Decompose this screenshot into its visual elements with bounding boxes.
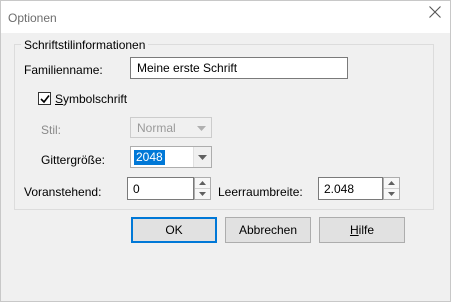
grid-size-select[interactable]: 2048 bbox=[130, 146, 212, 168]
spacing-label: Leerraumbreite: bbox=[218, 185, 303, 199]
ascent-spinner[interactable]: 0 bbox=[127, 177, 211, 200]
ascent-down-button[interactable] bbox=[195, 189, 210, 200]
window-title: Optionen bbox=[8, 11, 57, 25]
spacing-spinner[interactable]: 2.048 bbox=[318, 177, 400, 200]
symbol-font-label[interactable]: Symbolschrift bbox=[55, 92, 127, 106]
help-label-rest: ilfe bbox=[358, 223, 374, 237]
close-icon bbox=[429, 6, 441, 18]
group-legend: Schriftstilinformationen bbox=[21, 38, 149, 52]
close-button[interactable] bbox=[420, 1, 450, 29]
ascent-value: 0 bbox=[133, 181, 140, 196]
spacing-down-button[interactable] bbox=[384, 189, 399, 200]
style-select: Normal bbox=[130, 117, 212, 138]
ascent-input[interactable]: 0 bbox=[127, 177, 194, 200]
style-dropdown-button bbox=[193, 118, 211, 137]
cancel-button[interactable]: Abbrechen bbox=[225, 217, 311, 243]
chevron-down-icon bbox=[198, 155, 207, 160]
grid-size-dropdown-button[interactable] bbox=[193, 147, 211, 167]
options-dialog: Optionen Schriftstilinformationen Famili… bbox=[0, 0, 451, 302]
arrow-up-icon bbox=[199, 181, 206, 185]
family-name-label: Familienname: bbox=[24, 63, 103, 77]
checkmark-icon bbox=[40, 95, 50, 104]
spacing-input[interactable]: 2.048 bbox=[318, 177, 383, 200]
ascent-up-button[interactable] bbox=[195, 178, 210, 189]
spacing-value: 2.048 bbox=[324, 181, 355, 196]
ascent-label: Voranstehend: bbox=[24, 185, 102, 199]
arrow-up-icon bbox=[388, 181, 395, 185]
arrow-down-icon bbox=[199, 191, 206, 196]
help-button[interactable]: Hilfe bbox=[319, 217, 405, 243]
spacing-up-button[interactable] bbox=[384, 178, 399, 189]
arrow-down-icon bbox=[388, 191, 395, 196]
grid-size-value: 2048 bbox=[134, 150, 165, 165]
ascent-spin-buttons[interactable] bbox=[194, 177, 211, 200]
title-bar: Optionen bbox=[1, 1, 450, 33]
help-mnemonic: H bbox=[349, 223, 359, 237]
chevron-down-icon bbox=[197, 126, 206, 131]
style-label: Stil: bbox=[41, 123, 62, 137]
ok-button[interactable]: OK bbox=[131, 217, 217, 243]
symbol-font-checkbox[interactable] bbox=[38, 92, 51, 105]
style-value: Normal bbox=[137, 121, 176, 135]
grid-size-label: Gittergröße: bbox=[41, 153, 106, 167]
family-name-value: Meine erste Schrift bbox=[137, 61, 238, 75]
family-name-input[interactable]: Meine erste Schrift bbox=[130, 57, 348, 79]
spacing-spin-buttons[interactable] bbox=[383, 177, 400, 200]
